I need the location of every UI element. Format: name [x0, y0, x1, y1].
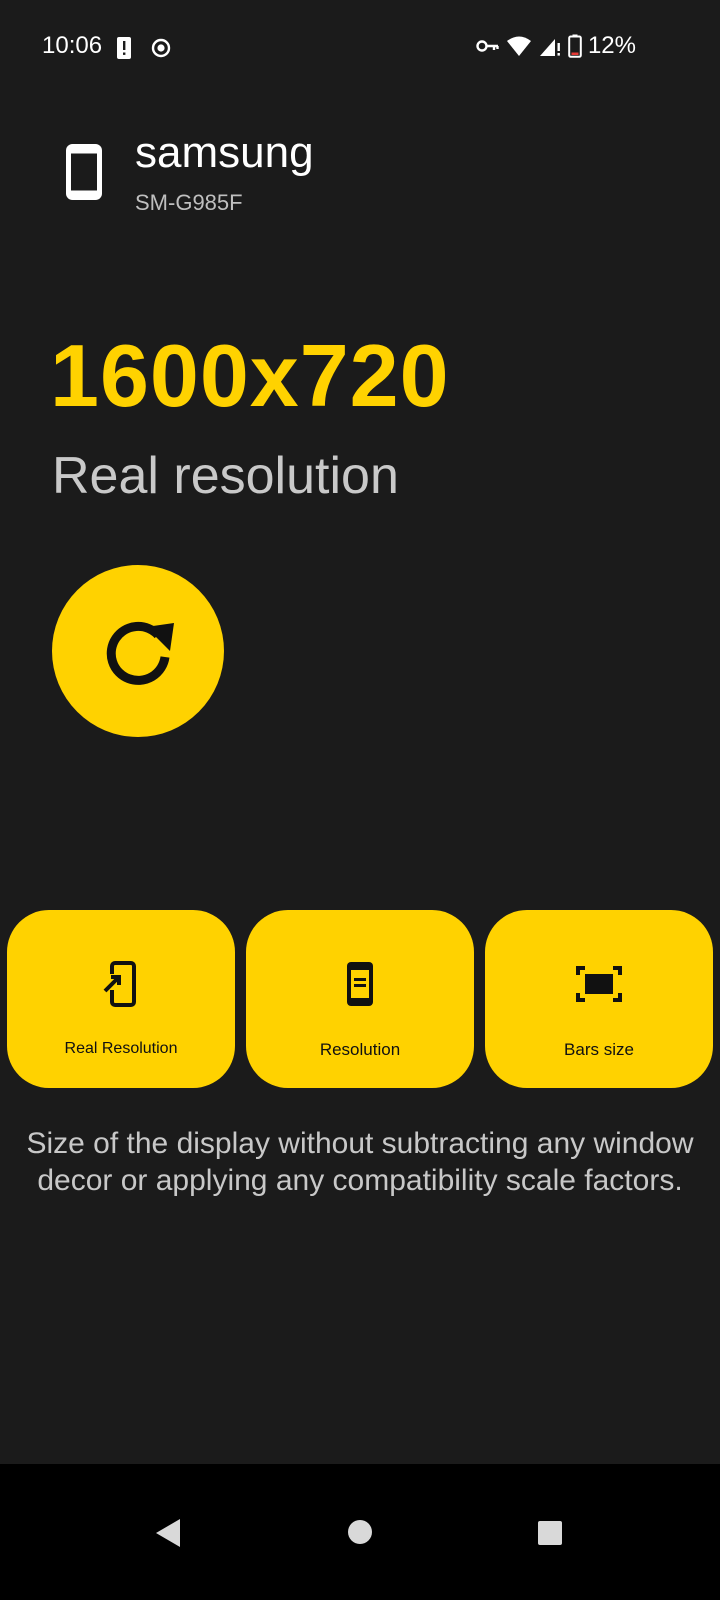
phone-document-icon [347, 962, 373, 1006]
recents-icon[interactable] [537, 1520, 563, 1546]
card-label: Bars size [564, 1040, 634, 1059]
record-icon [151, 38, 171, 58]
refresh-icon [106, 621, 174, 685]
back-icon[interactable] [154, 1517, 182, 1549]
status-notification-icons [116, 36, 172, 60]
real-resolution-card[interactable]: Real Resolution [7, 910, 235, 1088]
bars-size-card[interactable]: Bars size [485, 910, 713, 1088]
alert-icon [117, 37, 131, 59]
vpn-key-icon [476, 40, 499, 52]
status-bar: 10:06 12% [0, 0, 720, 96]
battery-icon [568, 34, 582, 58]
status-system-icons: 12% [476, 32, 636, 60]
card-label: Resolution [319, 1040, 401, 1059]
wifi-icon [506, 36, 531, 56]
card-label: Real Resolution [64, 1040, 178, 1057]
status-time: 10:06 [42, 32, 103, 59]
info-options: Real Resolution Resolution Bars size [7, 910, 713, 1088]
description-text: Size of the display without subtracting … [26, 1127, 694, 1197]
phone-icon [66, 144, 102, 200]
refresh-button[interactable] [52, 565, 224, 737]
battery-percent: 12% [587, 32, 636, 59]
device-brand: samsung [135, 128, 314, 177]
device-model: SM-G985F [135, 190, 243, 215]
resolution-card[interactable]: Resolution [246, 910, 474, 1088]
signal-icon [539, 39, 560, 56]
resolution-label: Real resolution [52, 447, 399, 505]
fullscreen-frame-icon [576, 966, 622, 1002]
phone-link-icon [103, 961, 136, 1007]
home-icon[interactable] [347, 1519, 373, 1545]
resolution-value: 1600x720 [50, 326, 450, 425]
